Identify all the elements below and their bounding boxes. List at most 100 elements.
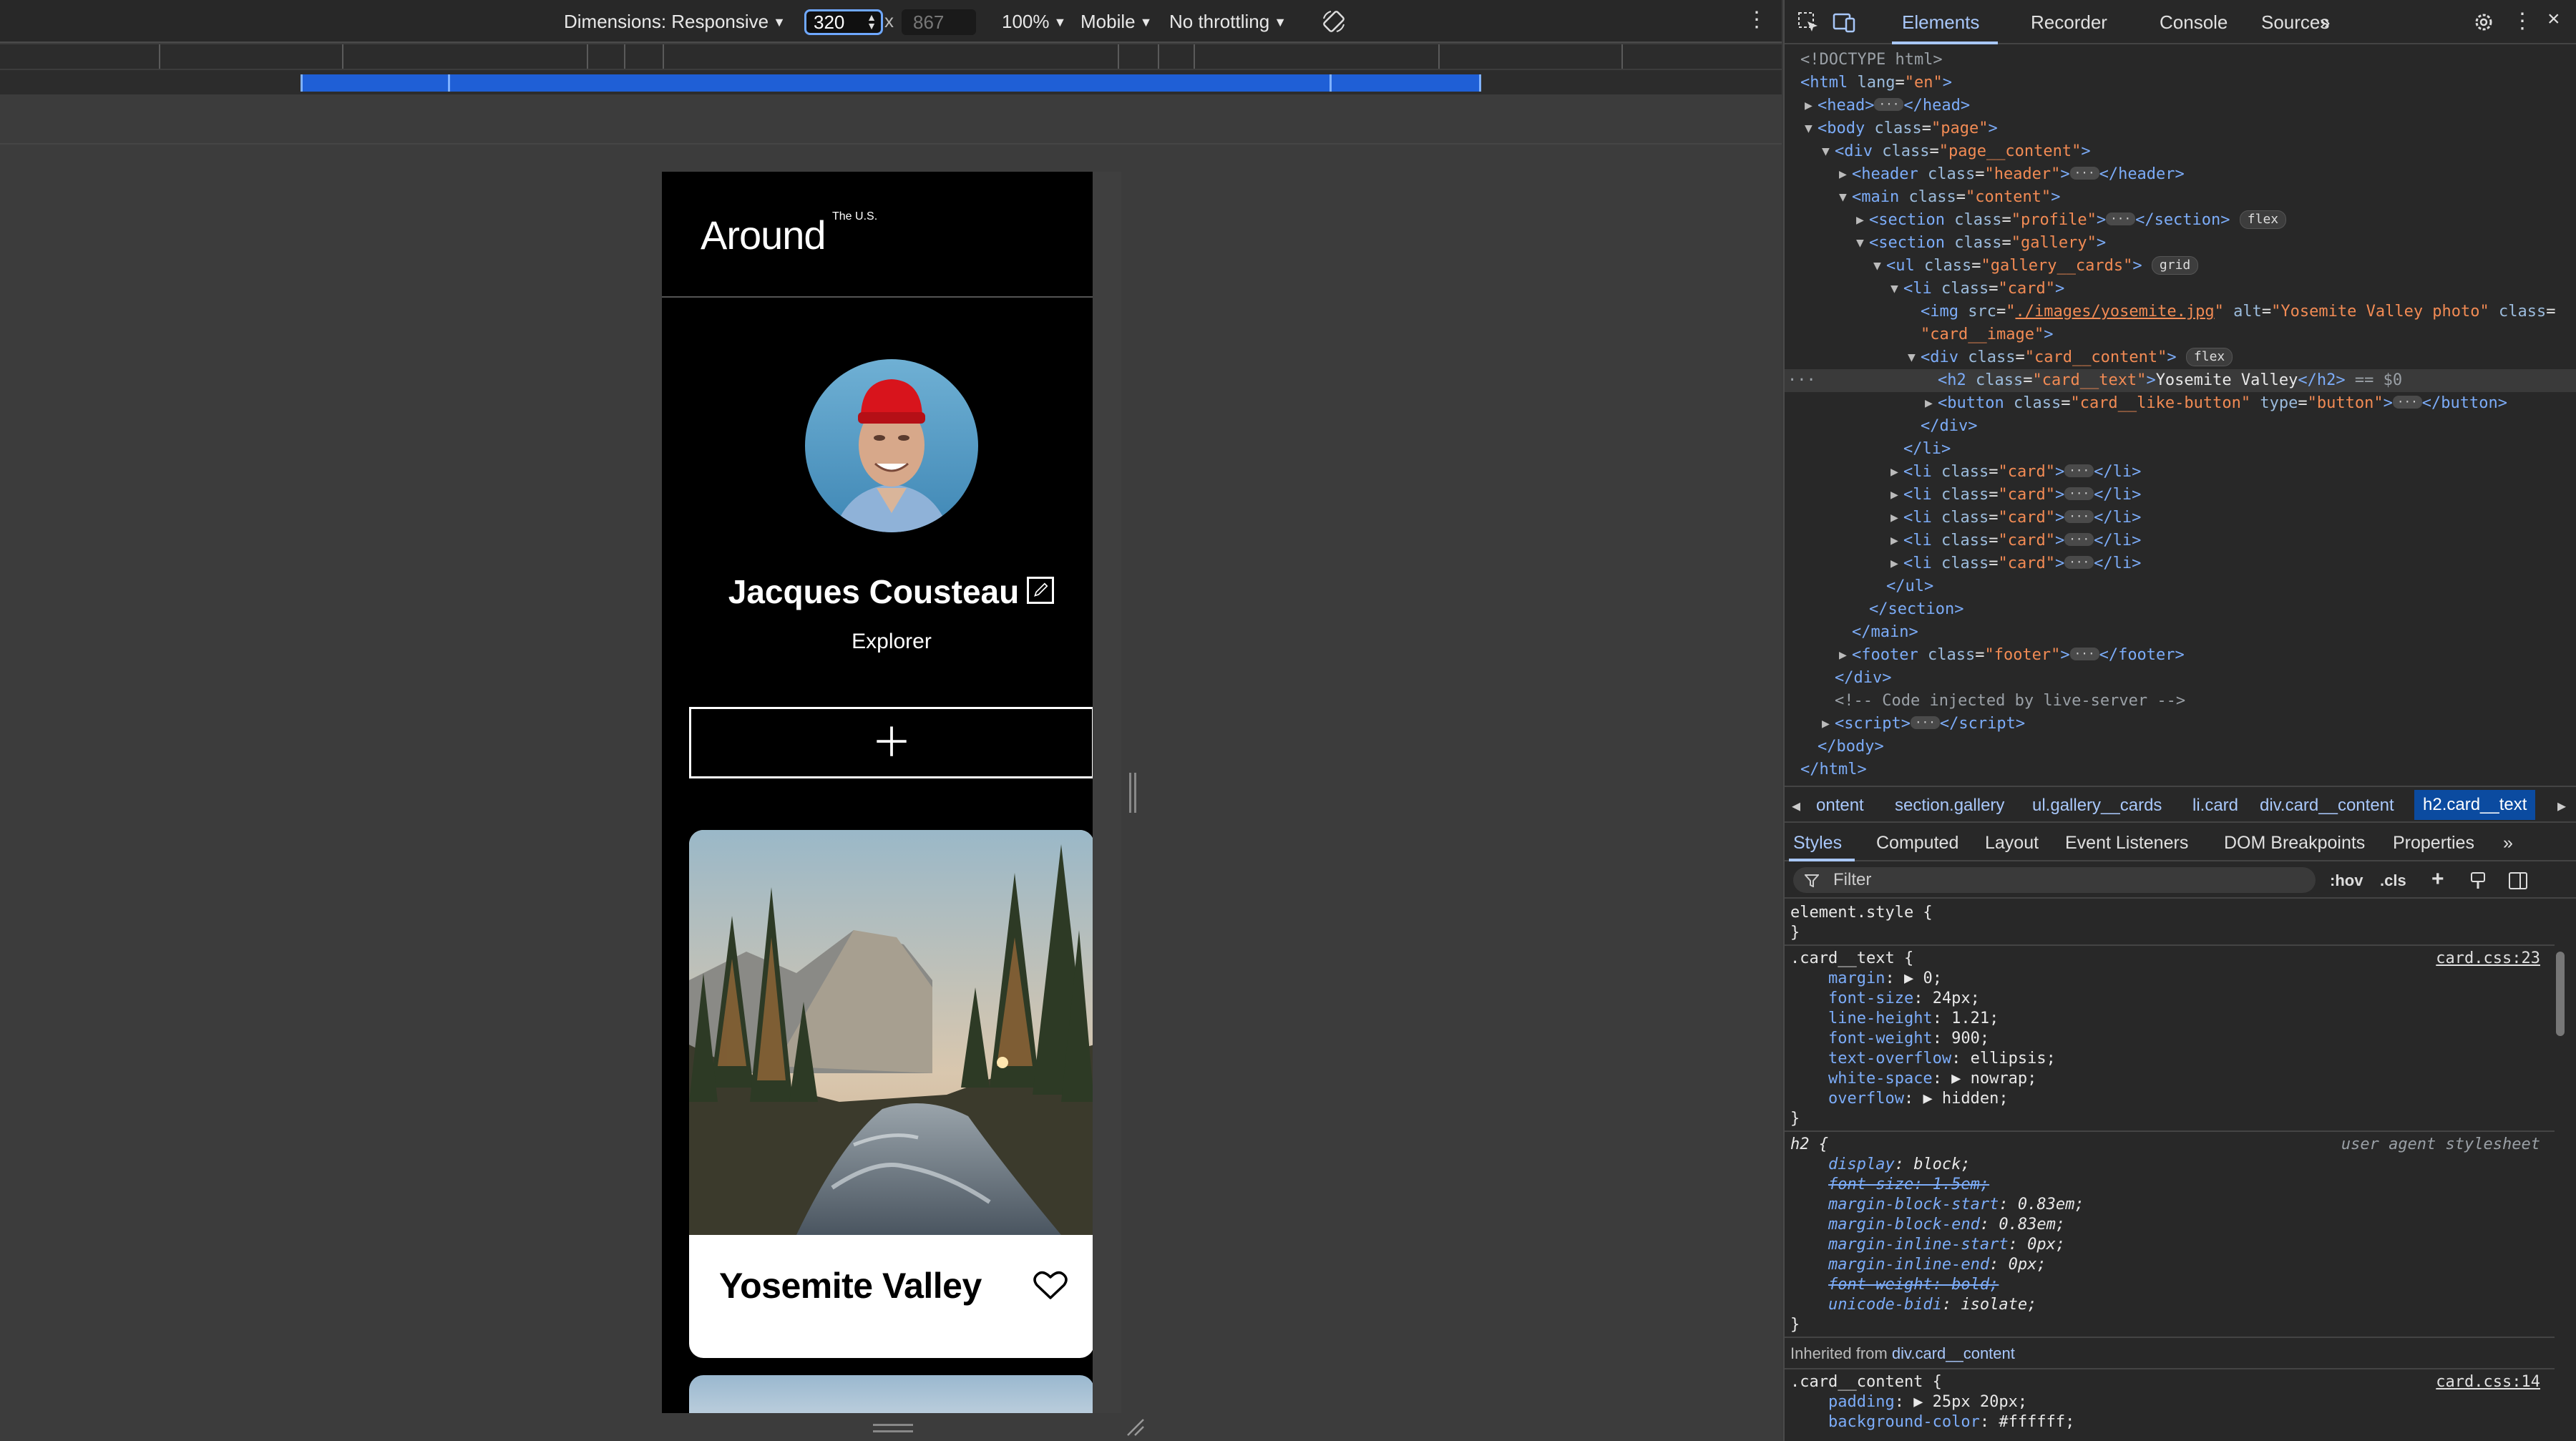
expand-toggle-icon[interactable]: ▼ [1856,232,1864,255]
inspect-element-icon[interactable] [1796,10,1820,34]
style-rule-close[interactable]: } [1790,923,1800,943]
tab-layout[interactable]: Layout [1985,833,2039,854]
dom-node[interactable]: ▼ <div class="card__content"> flex [1785,346,2576,369]
device-type-dropdown[interactable]: Mobile ▼ [1080,10,1152,34]
dom-node[interactable]: </html> [1785,758,2576,781]
breadcrumb-item[interactable]: ul.gallery__cards [2032,796,2162,816]
style-declaration[interactable]: margin-block-start: 0.83em; [1790,1195,2084,1215]
dom-node[interactable]: </li> [1785,438,2576,461]
dom-node[interactable]: ▶ <button class="card__like-button" type=… [1785,392,2576,415]
expand-toggle-icon[interactable]: ▶ [1839,163,1847,186]
dom-node[interactable]: ▶ <li class="card"> ··· </li> [1785,507,2576,529]
tab-elements[interactable]: Elements [1902,11,1979,34]
style-declaration[interactable]: font-size: 24px; [1790,989,1980,1009]
media-query-marker[interactable] [1621,44,1623,69]
expand-toggle-icon[interactable]: ▶ [1890,461,1898,484]
expand-toggle-icon[interactable]: ▶ [1890,507,1898,529]
add-card-button[interactable] [689,707,1093,778]
style-declaration[interactable]: font-size: 1.5em; [1790,1175,1989,1195]
style-rule-selector[interactable]: h2 { [1790,1135,1828,1155]
media-query-marker[interactable] [159,44,160,69]
dom-node[interactable]: <html lang="en"> [1785,72,2576,94]
style-declaration[interactable]: font-weight: 900; [1790,1029,1989,1049]
media-query-marker[interactable] [1118,44,1119,69]
media-query-marker[interactable] [624,44,625,69]
media-query-marker[interactable] [663,44,664,69]
style-declaration[interactable]: margin-block-end: 0.83em; [1790,1215,2065,1235]
dom-node[interactable]: ▼ <li class="card"> [1785,278,2576,301]
style-declaration[interactable]: text-overflow: ellipsis; [1790,1049,2056,1069]
viewport-resize-corner[interactable] [1123,1415,1145,1437]
expand-toggle-icon[interactable]: ▼ [1908,346,1916,369]
viewport-resize-handle-bottom[interactable] [873,1424,913,1432]
profile-avatar[interactable] [805,359,978,532]
dom-node[interactable]: </div> [1785,667,2576,690]
breadcrumb-item-active[interactable]: h2.card__text [2414,790,2536,820]
tab-recorder[interactable]: Recorder [2031,11,2107,34]
viewport-resize-handle-right[interactable] [1129,773,1136,813]
dom-node[interactable]: ▶ <li class="card"> ··· </li> [1785,461,2576,484]
media-query-marker[interactable] [1158,44,1159,69]
inherited-from-link[interactable]: div.card__content [1892,1344,2015,1362]
style-rule-close[interactable]: } [1790,1315,1800,1335]
style-source-link[interactable]: card.css:14 [2436,1372,2540,1392]
dom-node[interactable]: ▼ <section class="gallery"> [1785,232,2576,255]
dom-node[interactable]: "card__image"> [1785,323,2576,346]
expand-toggle-icon[interactable]: ▼ [1805,117,1813,140]
dom-node[interactable]: </main> [1785,621,2576,644]
media-query-range-active[interactable] [301,74,1481,92]
breadcrumb-item[interactable]: ontent [1816,796,1864,816]
dom-node[interactable]: ▼ <ul class="gallery__cards"> grid [1785,255,2576,278]
media-query-marker[interactable] [342,44,343,69]
dom-node[interactable]: </body> [1785,736,2576,758]
settings-gear-icon[interactable] [2472,10,2496,34]
dom-node[interactable]: ▶ <head> ··· </head> [1785,94,2576,117]
breadcrumb-item[interactable]: section.gallery [1895,796,2004,816]
expand-toggle-icon[interactable]: ▼ [1890,278,1898,301]
expand-toggle-icon[interactable]: ▶ [1856,209,1864,232]
style-declaration[interactable]: overflow: ▶ hidden; [1790,1089,2009,1109]
edit-profile-button[interactable] [1027,577,1054,604]
style-rule-selector[interactable]: .card__content { [1790,1372,1942,1392]
dom-node[interactable]: <!DOCTYPE html> [1785,49,2576,72]
style-rule-close[interactable]: } [1790,1109,1800,1129]
dom-node[interactable]: ▼ <main class="content"> [1785,186,2576,209]
dimensions-dropdown[interactable]: Dimensions: Responsive ▼ [564,10,786,34]
dom-node-actions-icon[interactable]: ··· [1787,369,1816,392]
more-options-icon[interactable]: ⋮ [1746,7,1767,32]
dom-node-selected[interactable]: <h2 class="card__text">Yosemite Valley</… [1785,369,2576,392]
rotate-icon[interactable] [1321,9,1347,34]
styles-scrollbar[interactable] [2556,952,2565,1036]
site-logo[interactable]: Around [701,212,826,258]
dom-node[interactable]: <!-- Code injected by live-server --> [1785,690,2576,713]
class-toggle[interactable]: .cls [2380,871,2406,890]
breadcrumb-scroll-left-icon[interactable]: ◂ [1792,796,1800,816]
width-input[interactable]: 320 ▲ ▼ [804,9,883,35]
tab-event-listeners[interactable]: Event Listeners [2065,833,2188,854]
expand-toggle-icon[interactable]: ▶ [1805,94,1813,117]
style-declaration[interactable]: padding: ▶ 25px 20px; [1790,1392,2027,1412]
expand-toggle-icon[interactable]: ▼ [1822,140,1830,163]
dom-node[interactable]: ▶ <header class="header"> ··· </header> [1785,163,2576,186]
dom-node[interactable]: </div> [1785,415,2576,438]
dom-node[interactable]: </section> [1785,598,2576,621]
device-toolbar-icon[interactable] [1832,10,1856,34]
dom-node[interactable]: ▶ <li class="card"> ··· </li> [1785,484,2576,507]
style-declaration[interactable]: white-space: ▶ nowrap; [1790,1069,2036,1089]
dom-node[interactable]: ▼ <body class="page"> [1785,117,2576,140]
expand-toggle-icon[interactable]: ▶ [1839,644,1847,667]
style-declaration[interactable]: line-height: 1.21; [1790,1009,1999,1029]
tab-styles[interactable]: Styles [1793,833,1842,854]
style-declaration[interactable]: font-weight: bold; [1790,1275,1999,1295]
style-declaration[interactable]: margin-inline-end: 0px; [1790,1255,2046,1275]
more-tabs-icon[interactable]: » [2320,11,2330,34]
expand-toggle-icon[interactable]: ▶ [1925,392,1933,415]
hover-state-toggle[interactable]: :hov [2330,871,2363,890]
expand-toggle-icon[interactable]: ▶ [1890,552,1898,575]
breadcrumb-scroll-right-icon[interactable]: ▸ [2557,796,2566,816]
tab-computed[interactable]: Computed [1876,833,1958,854]
sidebar-toggle-icon[interactable] [2507,870,2529,892]
expand-toggle-icon[interactable]: ▶ [1890,529,1898,552]
spinner-icon[interactable]: ▲ ▼ [867,12,877,31]
element-state-icon[interactable] [2469,870,2490,892]
